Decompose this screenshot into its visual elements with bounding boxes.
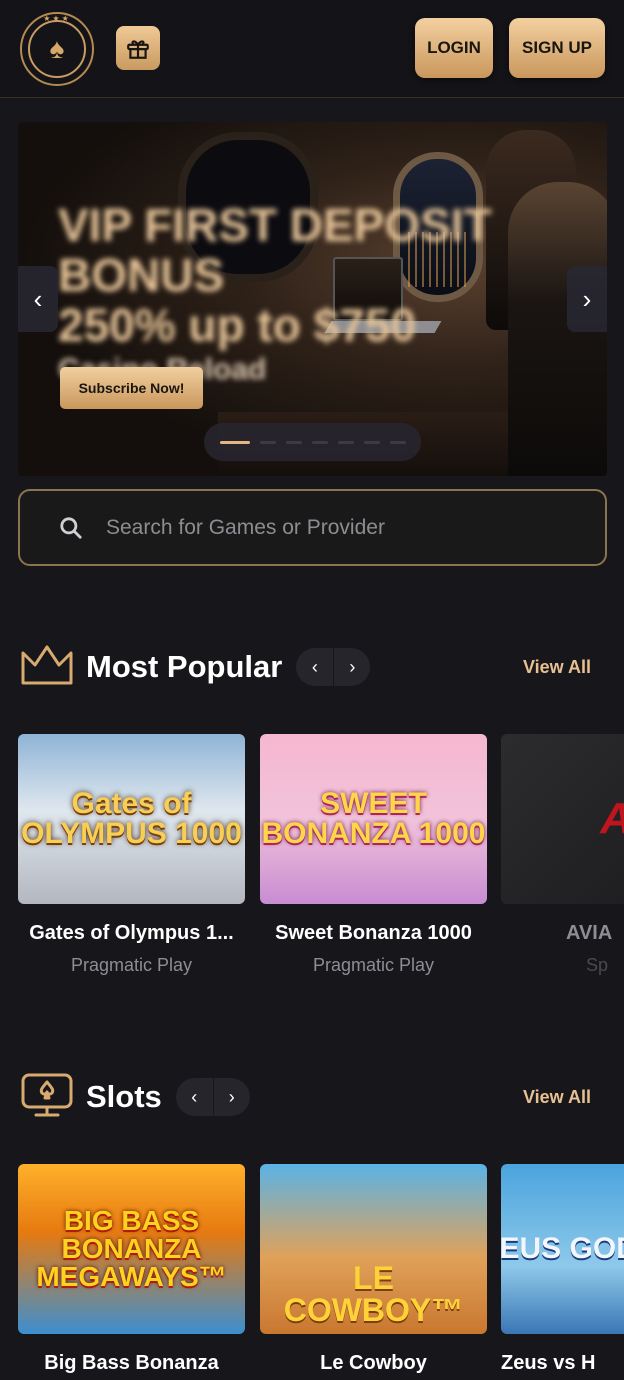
slots-games-row: BIG BASS BONANZA MEGAWAYS™ Big Bass Bona…	[18, 1164, 624, 1380]
game-card[interactable]: SWEET BONANZA 1000 Sweet Bonanza 1000 Pr…	[260, 734, 487, 976]
game-thumbnail[interactable]: BIG BASS BONANZA MEGAWAYS™	[18, 1164, 245, 1334]
game-thumbnail[interactable]: Avi	[501, 734, 624, 904]
slots-section-header: Slots ‹ › View All	[20, 1072, 605, 1122]
game-art-title: SWEET BONANZA 1000	[261, 787, 486, 850]
banner-prev-button[interactable]: ‹	[18, 266, 58, 332]
chevron-left-icon: ‹	[33, 283, 43, 314]
game-name: Zeus vs H	[501, 1352, 596, 1374]
game-art-title: LE COWBOY™	[283, 1260, 464, 1328]
promo-text: VIP FIRST DEPOSIT BONUS 250% up to $750 …	[58, 200, 607, 390]
monitor-spade-icon	[20, 1072, 74, 1123]
game-name: Sweet Bonanza 1000	[275, 922, 472, 944]
banner-next-button[interactable]: ›	[567, 266, 607, 332]
game-art-title: Gates of OLYMPUS 1000	[21, 787, 242, 850]
carousel-indicator	[204, 423, 421, 461]
popular-pager: ‹ ›	[296, 648, 371, 686]
popular-section-header: Most Popular ‹ › View All	[20, 642, 605, 692]
carousel-dot[interactable]	[219, 440, 250, 444]
game-art-title: Avi	[600, 797, 624, 841]
chevron-right-icon: ›	[582, 283, 592, 314]
spade-icon: ♠	[28, 20, 86, 78]
game-name: Big Bass Bonanza	[44, 1352, 219, 1374]
section-title: Most Popular	[86, 649, 283, 684]
game-card[interactable]: LE COWBOY™ Le Cowboy	[260, 1164, 487, 1375]
login-button[interactable]: LOGIN	[415, 18, 493, 78]
game-card[interactable]: ZEUS GODS Zeus vs H	[501, 1164, 624, 1375]
carousel-dot[interactable]	[337, 440, 354, 444]
section-title: Slots	[86, 1079, 162, 1114]
logo-stars: ★★★	[43, 14, 71, 23]
popular-games-row: Gates of OLYMPUS 1000 Gates of Olympus 1…	[18, 734, 624, 984]
search-icon	[58, 515, 84, 541]
carousel-dot[interactable]	[363, 440, 380, 444]
casino-logo[interactable]: ★★★ ♠	[20, 12, 94, 86]
search-bar[interactable]	[18, 489, 607, 566]
view-all-link[interactable]: View All	[523, 1087, 591, 1108]
game-art-title: ZEUS GODS	[501, 1232, 624, 1265]
subscribe-button[interactable]: Subscribe Now!	[60, 367, 203, 409]
view-all-link[interactable]: View All	[523, 657, 591, 678]
gift-icon[interactable]	[116, 26, 160, 70]
crown-icon	[20, 643, 74, 692]
game-provider: Sp	[586, 955, 609, 975]
game-card[interactable]: Avi AVIA Sp	[501, 734, 624, 976]
search-input[interactable]	[106, 515, 546, 540]
game-provider: Pragmatic Play	[312, 955, 435, 975]
game-thumbnail[interactable]: ZEUS GODS	[501, 1164, 624, 1334]
game-name: AVIA	[566, 922, 613, 944]
carousel-dot[interactable]	[259, 440, 276, 444]
chevron-right-icon[interactable]: ›	[212, 1078, 250, 1116]
promo-line1: VIP FIRST DEPOSIT BONUS	[58, 199, 492, 301]
signup-button[interactable]: SIGN UP	[509, 18, 605, 78]
game-thumbnail[interactable]: Gates of OLYMPUS 1000	[18, 734, 245, 904]
chevron-left-icon[interactable]: ‹	[296, 648, 333, 686]
carousel-dot[interactable]	[389, 440, 406, 444]
promo-banner[interactable]: VIP FIRST DEPOSIT BONUS 250% up to $750 …	[18, 122, 607, 476]
chevron-left-icon[interactable]: ‹	[176, 1078, 213, 1116]
chevron-right-icon[interactable]: ›	[333, 648, 370, 686]
game-card[interactable]: BIG BASS BONANZA MEGAWAYS™ Big Bass Bona…	[18, 1164, 245, 1375]
game-provider: Pragmatic Play	[70, 955, 193, 975]
top-header: ★★★ ♠ LOGIN SIGN UP	[0, 0, 624, 98]
game-name: Gates of Olympus 1...	[29, 922, 234, 944]
slots-pager: ‹ ›	[175, 1078, 250, 1116]
carousel-dot[interactable]	[285, 440, 302, 444]
game-card[interactable]: Gates of OLYMPUS 1000 Gates of Olympus 1…	[18, 734, 245, 976]
carousel-dot[interactable]	[311, 440, 328, 444]
promo-line2: 250% up to $750	[58, 299, 416, 351]
game-art-title: BIG BASS BONANZA MEGAWAYS™	[36, 1205, 227, 1292]
game-thumbnail[interactable]: SWEET BONANZA 1000	[260, 734, 487, 904]
game-thumbnail[interactable]: LE COWBOY™	[260, 1164, 487, 1334]
game-name: Le Cowboy	[320, 1352, 427, 1374]
